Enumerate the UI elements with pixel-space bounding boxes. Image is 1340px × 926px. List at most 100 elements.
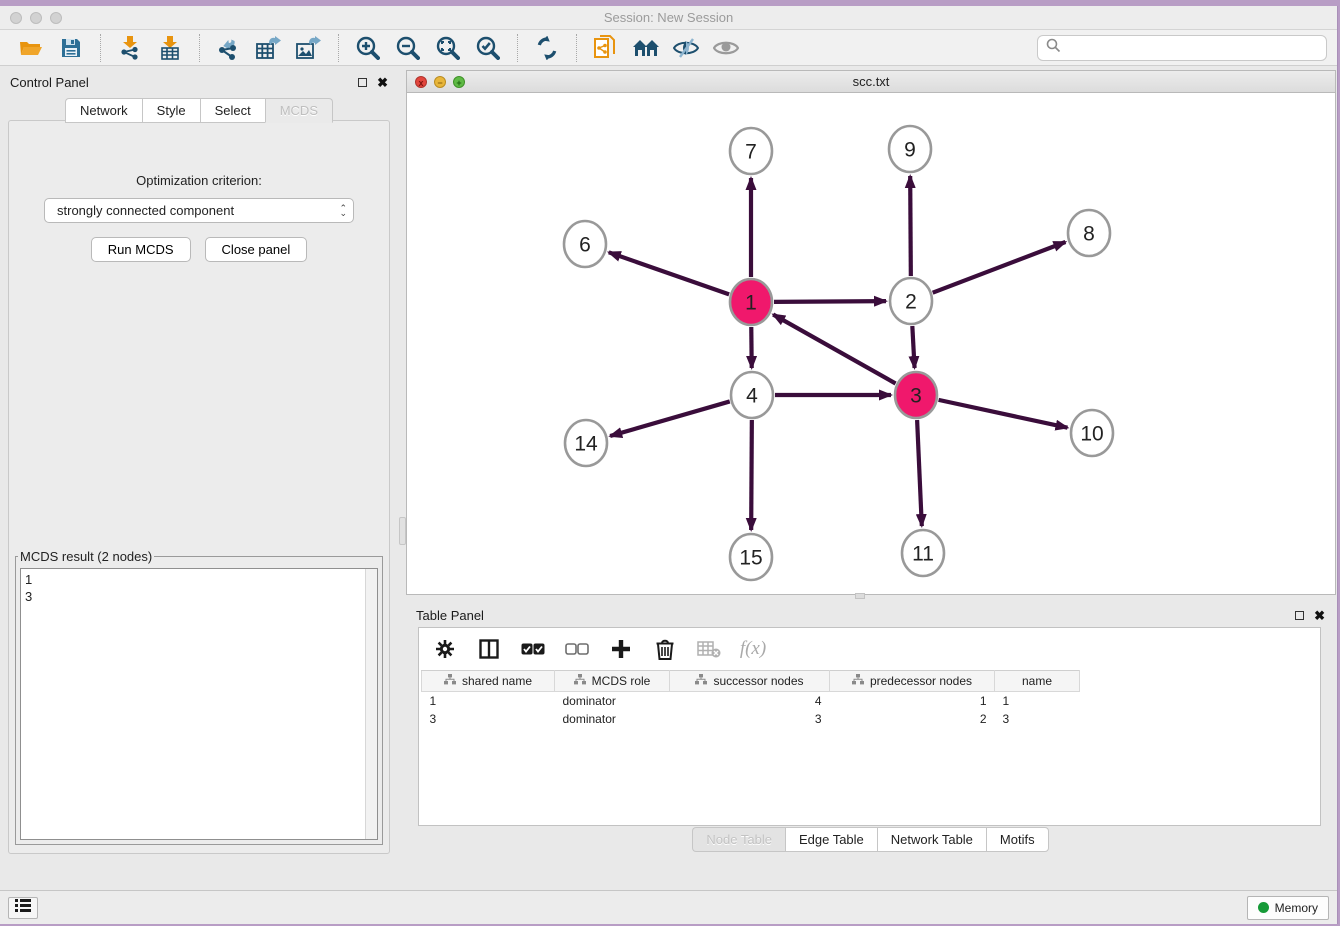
unchecked-boxes-icon — [565, 643, 589, 656]
column-header-shared-name[interactable]: shared name — [422, 671, 555, 692]
tab-mcds[interactable]: MCDS — [265, 98, 333, 123]
graph-edge-3-11[interactable] — [917, 420, 922, 526]
task-history-button[interactable] — [8, 897, 38, 919]
function-builder-button[interactable]: f(x) — [741, 637, 765, 661]
graph-edge-2-3[interactable] — [912, 326, 914, 368]
tab-motifs[interactable]: Motifs — [986, 827, 1049, 852]
table-settings-button[interactable] — [433, 637, 457, 661]
graph-edge-3-1[interactable] — [773, 314, 895, 383]
search-icon — [1046, 38, 1061, 58]
network-maximize-button[interactable]: + — [453, 76, 465, 88]
export-table-button[interactable] — [256, 35, 282, 61]
table-cell[interactable]: 2 — [830, 710, 995, 728]
list-icon — [15, 899, 31, 917]
column-label: successor nodes — [713, 674, 803, 688]
table-cell[interactable]: 1 — [830, 692, 995, 711]
graph-edge-2-8[interactable] — [933, 242, 1066, 293]
table-cell[interactable]: 3 — [995, 710, 1080, 728]
export-network-icon — [217, 36, 241, 60]
mcds-result-title: MCDS result (2 nodes) — [18, 549, 154, 564]
hierarchy-icon — [444, 674, 456, 688]
export-network-button[interactable] — [216, 35, 242, 61]
optimization-criterion-label: Optimization criterion: — [9, 173, 389, 188]
search-box[interactable] — [1037, 35, 1327, 61]
import-table-button[interactable] — [157, 35, 183, 61]
network-close-button[interactable]: x — [415, 76, 427, 88]
column-header-predecessor-nodes[interactable]: predecessor nodes — [830, 671, 995, 692]
control-panel: Control Panel ✖ NetworkStyleSelectMCDS O… — [0, 70, 398, 854]
zoom-out-button[interactable] — [395, 35, 421, 61]
float-table-panel-icon[interactable] — [1295, 611, 1304, 620]
tab-node-table[interactable]: Node Table — [692, 827, 785, 852]
graph-edge-3-10[interactable] — [939, 400, 1068, 428]
tab-network[interactable]: Network — [65, 98, 142, 123]
table-cell[interactable]: 4 — [670, 692, 830, 711]
style-visibility-button[interactable] — [673, 35, 699, 61]
column-header-successor-nodes[interactable]: successor nodes — [670, 671, 830, 692]
result-scrollbar[interactable] — [365, 569, 377, 839]
table-cell[interactable]: 1 — [995, 692, 1080, 711]
network-minimize-button[interactable]: − — [434, 76, 446, 88]
table-toolbar: f(x) — [419, 628, 1320, 670]
import-network-button[interactable] — [117, 35, 143, 61]
graph-edge-4-15[interactable] — [751, 420, 752, 530]
zoom-selected-button[interactable] — [475, 35, 501, 61]
graph-edge-1-6[interactable] — [609, 252, 729, 294]
select-all-button[interactable] — [521, 637, 545, 661]
graph-node-label: 2 — [905, 291, 917, 314]
table-cell[interactable]: dominator — [555, 692, 670, 711]
tab-style[interactable]: Style — [142, 98, 200, 123]
hierarchy-icon — [695, 674, 707, 688]
graph-edge-4-14[interactable] — [610, 401, 730, 436]
mcds-result-text: 1 3 — [21, 569, 365, 839]
table-row[interactable]: 3dominator323 — [422, 710, 1080, 728]
optimization-criterion-select[interactable]: strongly connected component ⌃⌄ — [44, 198, 354, 223]
run-mcds-button[interactable]: Run MCDS — [91, 237, 191, 262]
graph-edge-1-2[interactable] — [774, 301, 886, 302]
graph-edge-2-9[interactable] — [910, 176, 911, 276]
window-titlebar: Session: New Session — [0, 6, 1337, 30]
horizontal-splitter-handle[interactable] — [855, 593, 865, 599]
close-panel-button[interactable]: Close panel — [205, 237, 308, 262]
graph-node-label: 1 — [745, 292, 757, 315]
delete-column-button[interactable] — [653, 637, 677, 661]
apply-layout-button[interactable] — [534, 35, 560, 61]
fit-content-icon — [436, 36, 460, 60]
open-session-button[interactable] — [18, 35, 44, 61]
home-networks-button[interactable] — [633, 35, 659, 61]
table-panel-header: Table Panel ✖ — [406, 603, 1335, 627]
deselect-all-button[interactable] — [565, 637, 589, 661]
houses-icon — [632, 37, 660, 59]
table-cell[interactable]: 3 — [670, 710, 830, 728]
memory-button[interactable]: Memory — [1247, 896, 1329, 920]
network-canvas[interactable]: 7968124314101511 — [407, 93, 1335, 594]
table-row[interactable]: 1dominator411 — [422, 692, 1080, 711]
close-table-panel-icon[interactable]: ✖ — [1314, 609, 1325, 622]
save-session-button[interactable] — [58, 35, 84, 61]
tab-network-table[interactable]: Network Table — [877, 827, 986, 852]
fit-content-button[interactable] — [435, 35, 461, 61]
float-panel-icon[interactable] — [358, 78, 367, 87]
tab-select[interactable]: Select — [200, 98, 265, 123]
tab-edge-table[interactable]: Edge Table — [785, 827, 877, 852]
network-window-titlebar[interactable]: scc.txt x − + — [407, 71, 1335, 93]
vertical-splitter-handle[interactable] — [399, 517, 406, 545]
zoom-in-button[interactable] — [355, 35, 381, 61]
table-cell[interactable]: dominator — [555, 710, 670, 728]
show-columns-button[interactable] — [477, 637, 501, 661]
duplicate-network-button[interactable] — [593, 35, 619, 61]
delete-table-button[interactable] — [697, 637, 721, 661]
export-image-button[interactable] — [296, 35, 322, 61]
show-graphics-button[interactable] — [713, 35, 739, 61]
column-label: name — [1022, 674, 1052, 688]
toolbar-separator — [338, 34, 339, 62]
table-cell[interactable]: 3 — [422, 710, 555, 728]
graph-node-label: 15 — [739, 547, 762, 570]
search-input[interactable] — [1067, 40, 1318, 55]
add-column-button[interactable] — [609, 637, 633, 661]
close-panel-icon[interactable]: ✖ — [377, 76, 388, 89]
column-header-MCDS-role[interactable]: MCDS role — [555, 671, 670, 692]
table-cell[interactable]: 1 — [422, 692, 555, 711]
network-graph[interactable]: 7968124314101511 — [407, 93, 1335, 594]
column-header-name[interactable]: name — [995, 671, 1080, 692]
